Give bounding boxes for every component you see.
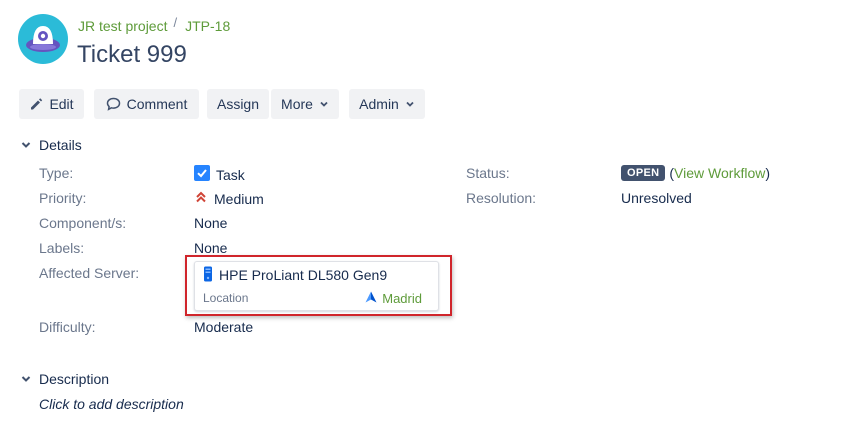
labels-value: None (194, 240, 228, 256)
breadcrumb-separator: / (173, 15, 178, 30)
page-title: Ticket 999 (77, 41, 187, 68)
details-heading: Details (39, 137, 82, 153)
task-icon (194, 165, 210, 184)
components-label: Component/s: (39, 215, 127, 231)
status-badge: OPEN (621, 165, 666, 181)
more-button-label: More (281, 96, 313, 112)
priority-value: Medium (194, 190, 264, 207)
details-section-toggle[interactable]: Details (19, 137, 82, 153)
admin-button[interactable]: Admin (349, 89, 425, 119)
resolution-label: Resolution: (466, 190, 537, 206)
chevron-down-icon (19, 372, 33, 386)
breadcrumb: JR test project / JTP-18 (78, 15, 230, 34)
status-close-paren: ) (765, 165, 771, 181)
priority-value-text: Medium (214, 190, 264, 207)
comment-button[interactable]: Comment (94, 89, 199, 119)
description-placeholder[interactable]: Click to add description (39, 396, 184, 412)
admin-button-label: Admin (359, 96, 399, 112)
priority-label: Priority: (39, 190, 87, 206)
breadcrumb-issue-key-link[interactable]: JTP-18 (185, 18, 230, 34)
resolution-value: Unresolved (621, 190, 692, 206)
status-value: OPEN (View Workflow) (621, 165, 770, 181)
chevron-down-icon (319, 99, 329, 109)
project-avatar-icon[interactable] (18, 14, 68, 64)
chevron-down-icon (19, 138, 33, 152)
edit-button[interactable]: Edit (19, 89, 84, 119)
comment-button-label: Comment (126, 96, 188, 112)
difficulty-label: Difficulty: (39, 319, 96, 335)
description-section-toggle[interactable]: Description (19, 371, 109, 387)
edit-button-label: Edit (49, 96, 74, 112)
type-label: Type: (39, 165, 74, 181)
labels-label: Labels: (39, 240, 85, 256)
view-workflow-link[interactable]: View Workflow (674, 165, 765, 181)
comment-icon (106, 97, 121, 111)
server-location-label: Location (203, 291, 249, 305)
components-value: None (194, 215, 228, 231)
type-value: Task (194, 165, 245, 184)
assign-button[interactable]: Assign (207, 89, 269, 119)
affected-server-card[interactable]: HPE ProLiant DL580 Gen9 Location Madrid (194, 261, 439, 311)
description-heading: Description (39, 371, 110, 387)
server-location-link[interactable]: Madrid (365, 291, 422, 306)
priority-medium-icon (194, 190, 208, 207)
pencil-icon (29, 97, 43, 111)
location-marker-icon (365, 291, 377, 306)
status-label: Status: (466, 165, 510, 181)
assign-button-label: Assign (216, 96, 260, 112)
server-location-value: Madrid (382, 291, 422, 306)
more-button[interactable]: More (271, 89, 339, 119)
chevron-down-icon (405, 99, 415, 109)
breadcrumb-project-link[interactable]: JR test project (78, 18, 167, 34)
affected-server-label: Affected Server: (39, 265, 140, 281)
type-value-text: Task (216, 166, 245, 183)
difficulty-value: Moderate (194, 319, 254, 335)
server-icon (203, 266, 213, 285)
server-name[interactable]: HPE ProLiant DL580 Gen9 (219, 267, 387, 283)
